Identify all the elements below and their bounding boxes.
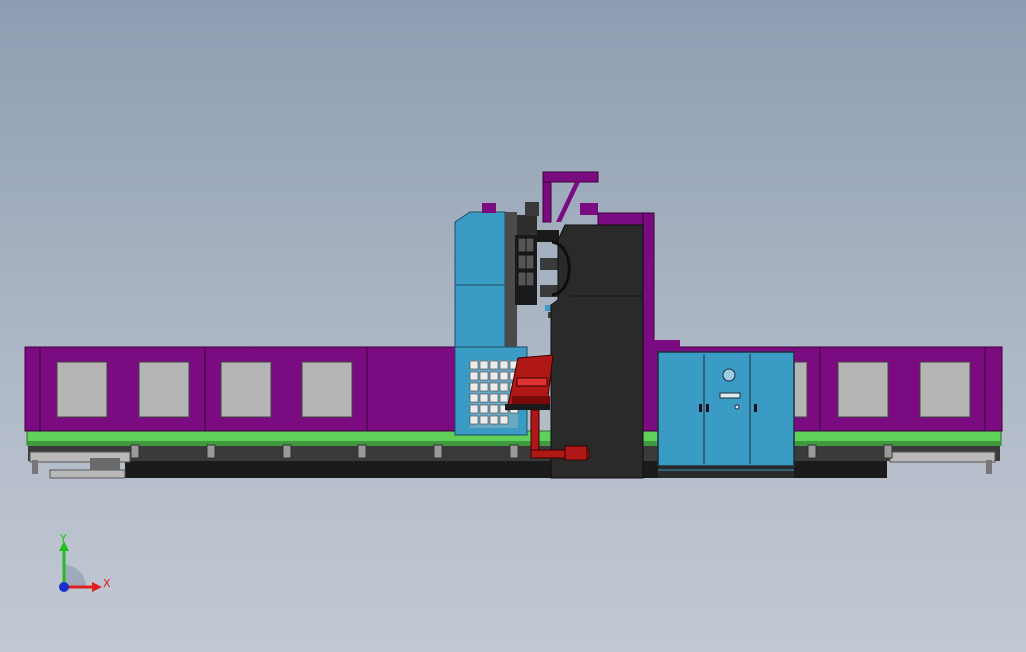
coordinate-triad[interactable] (52, 535, 112, 605)
machine-column (550, 224, 644, 479)
y-axis-label: Y (60, 532, 67, 545)
gantry-machine-model[interactable] (0, 0, 1026, 652)
cad-viewport[interactable]: Y X (0, 0, 1026, 652)
x-axis-arrowhead (92, 582, 102, 592)
enclosure-left (24, 346, 458, 432)
z-axis-dot (59, 582, 69, 592)
x-axis-label: X (103, 577, 111, 590)
control-cabinet (657, 351, 795, 478)
